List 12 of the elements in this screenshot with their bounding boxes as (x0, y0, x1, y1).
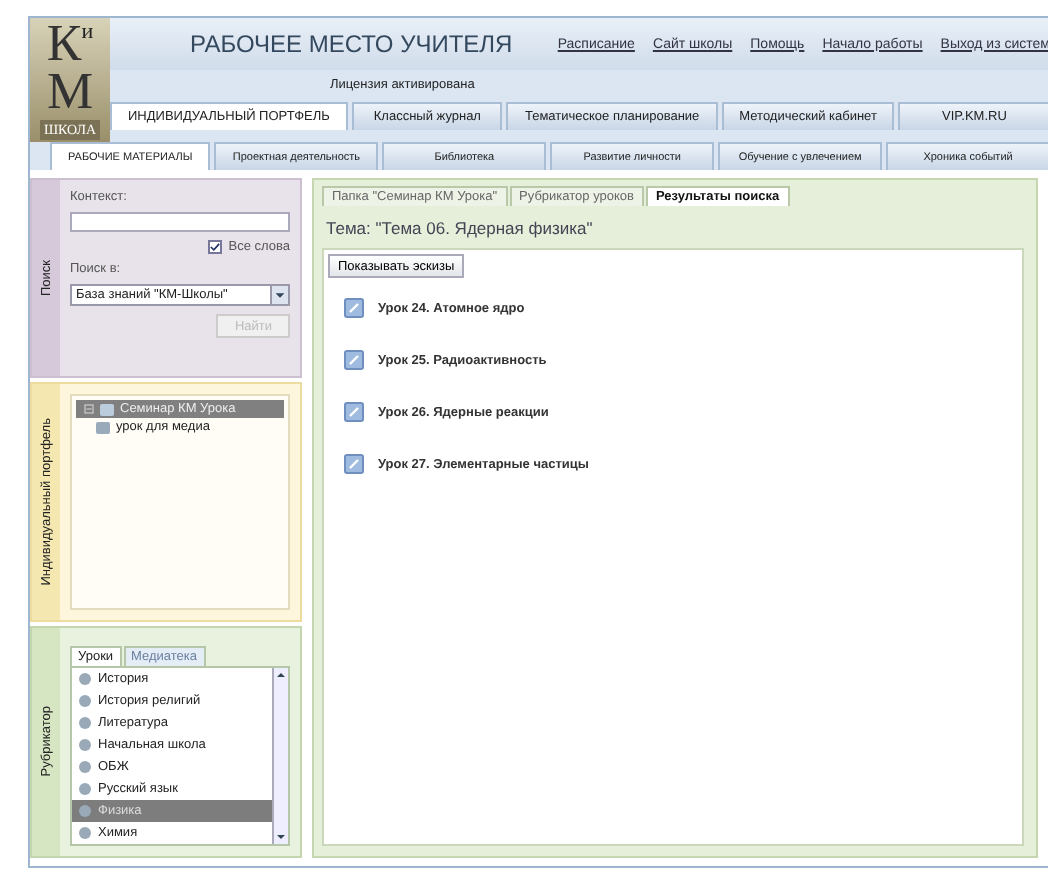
topic-title: Тема: "Тема 06. Ядерная физика" (326, 218, 595, 238)
scrollbar[interactable] (272, 668, 288, 844)
caret-icon (270, 286, 288, 304)
document-icon (344, 402, 364, 422)
context-field[interactable] (70, 212, 290, 232)
scroll-down-icon[interactable] (274, 830, 288, 844)
document-icon (344, 350, 364, 370)
document-icon (344, 454, 364, 474)
document-icon (344, 298, 364, 318)
scroll-up-icon[interactable] (274, 668, 288, 682)
app-title: РАБОЧЕЕ МЕСТО УЧИТЕЛЯ (190, 30, 513, 58)
checkbox[interactable] (208, 240, 223, 254)
